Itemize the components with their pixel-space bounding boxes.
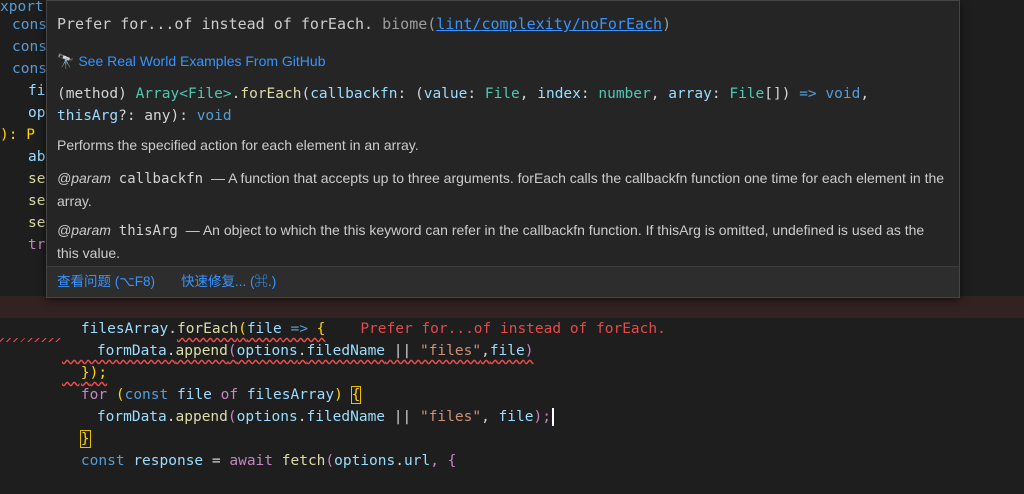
code-line-foreach[interactable]: filesArray.forEach(file => { Prefer for.… bbox=[46, 296, 666, 337]
code-line-fragment: cons bbox=[12, 39, 47, 55]
param-callbackfn: @param callbackfn — A function that acce… bbox=[57, 170, 945, 209]
rule-doc-link[interactable]: lint/complexity/noForEach bbox=[436, 15, 662, 33]
hover-action-bar: 查看问题 (⌥F8) 快速修复... (⌘.) bbox=[47, 266, 959, 297]
github-examples-label: See Real World Examples From GitHub bbox=[78, 53, 326, 69]
code-line-fragment: cons bbox=[12, 61, 47, 77]
code-line-fragment: ): P bbox=[0, 127, 35, 143]
code-line-fragment: se bbox=[28, 215, 46, 231]
code-line-fragment: cons bbox=[12, 17, 47, 33]
code-line-close-brace[interactable]: } bbox=[46, 406, 91, 448]
view-problem-button[interactable]: 查看问题 (⌥F8) bbox=[57, 267, 155, 297]
code-line-fetch[interactable]: const response = await fetch(options.url… bbox=[46, 428, 456, 469]
param-thisarg: @param thisArg — An object to which the … bbox=[57, 222, 925, 261]
method-signature: (method) Array<File>.forEach(callbackfn:… bbox=[57, 86, 870, 124]
code-line-fragment: se bbox=[28, 193, 46, 209]
code-line-for-of[interactable]: for (const file of filesArray) { bbox=[46, 362, 362, 404]
hover-tooltip[interactable]: Prefer for...of instead of forEach. biom… bbox=[46, 0, 960, 298]
quick-fix-button[interactable]: 快速修复... (⌘.) bbox=[181, 267, 276, 297]
code-line-append-1[interactable]: formData.append(options.filedName || "fi… bbox=[62, 318, 534, 359]
code-line-append-2[interactable]: formData.append(options.filedName || "fi… bbox=[62, 384, 554, 426]
method-description: Performs the specified action for each e… bbox=[57, 137, 419, 153]
code-line-fragment: op bbox=[28, 105, 46, 121]
code-line-fragment: se bbox=[28, 171, 46, 187]
github-examples-link[interactable]: 🔭 See Real World Examples From GitHub bbox=[57, 53, 326, 70]
code-line-fragment: tr bbox=[28, 237, 46, 253]
code-line-close[interactable]: }); bbox=[46, 340, 107, 381]
code-line-fragment: ab bbox=[28, 149, 46, 165]
hover-title: Prefer for...of instead of forEach. biom… bbox=[57, 15, 672, 33]
code-line-fragment: fi bbox=[28, 83, 46, 99]
telescope-icon: 🔭 bbox=[57, 53, 75, 69]
text-cursor bbox=[551, 408, 554, 426]
